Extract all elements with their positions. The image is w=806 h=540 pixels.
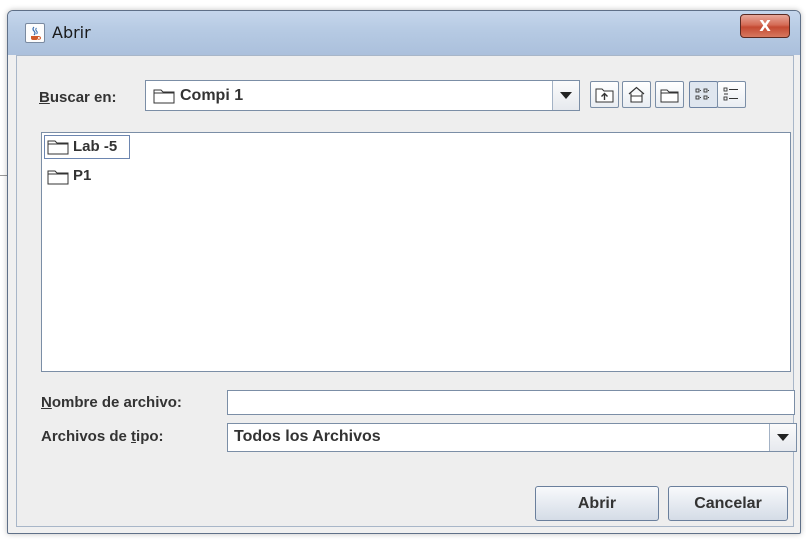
cancel-button[interactable]: Cancelar [668, 486, 788, 521]
title-bar[interactable]: Abrir X [8, 11, 800, 55]
file-name-input[interactable] [227, 390, 795, 415]
look-in-dropdown-button[interactable] [552, 81, 579, 110]
new-folder-button[interactable] [655, 81, 684, 108]
folder-icon [47, 140, 69, 155]
open-button[interactable]: Abrir [535, 486, 659, 521]
folder-icon [47, 170, 69, 185]
close-button[interactable]: X [740, 14, 790, 38]
new-folder-icon [660, 89, 679, 103]
dialog-body: Buscar en: Compi 1 Lab -5 P1 Nombre de a… [16, 55, 797, 527]
home-button[interactable] [622, 81, 651, 108]
chevron-down-icon [777, 433, 789, 441]
file-type-label: Archivos de tipo: [41, 428, 164, 445]
look-in-label: Buscar en: [39, 89, 117, 106]
details-view-icon [723, 87, 738, 101]
chevron-down-icon [560, 91, 572, 99]
file-type-value: Todos los Archivos [234, 428, 381, 445]
close-icon: X [759, 17, 771, 35]
file-item-lab-5[interactable]: Lab -5 [44, 135, 130, 159]
file-item-p1[interactable]: P1 [44, 165, 104, 187]
file-name: P1 [73, 167, 92, 184]
home-icon [628, 86, 645, 103]
java-cup-icon [25, 23, 45, 43]
details-view-button[interactable] [717, 81, 746, 108]
file-list[interactable]: Lab -5 P1 [41, 132, 791, 372]
list-view-icon [695, 88, 710, 100]
file-name: Lab -5 [73, 138, 118, 155]
file-type-dropdown-button[interactable] [769, 424, 796, 451]
up-one-level-icon [595, 88, 614, 103]
list-view-button[interactable] [689, 81, 718, 108]
up-one-level-button[interactable] [590, 81, 619, 108]
look-in-combo[interactable]: Compi 1 [145, 80, 580, 111]
look-in-value: Compi 1 [180, 87, 244, 104]
file-name-label: Nombre de archivo: [41, 394, 182, 411]
window-title: Abrir [52, 23, 91, 42]
open-file-dialog: Abrir X Buscar en: Compi 1 Lab -5 P1 Nom… [7, 10, 801, 534]
folder-icon [153, 89, 175, 104]
file-type-combo[interactable]: Todos los Archivos [227, 423, 797, 452]
